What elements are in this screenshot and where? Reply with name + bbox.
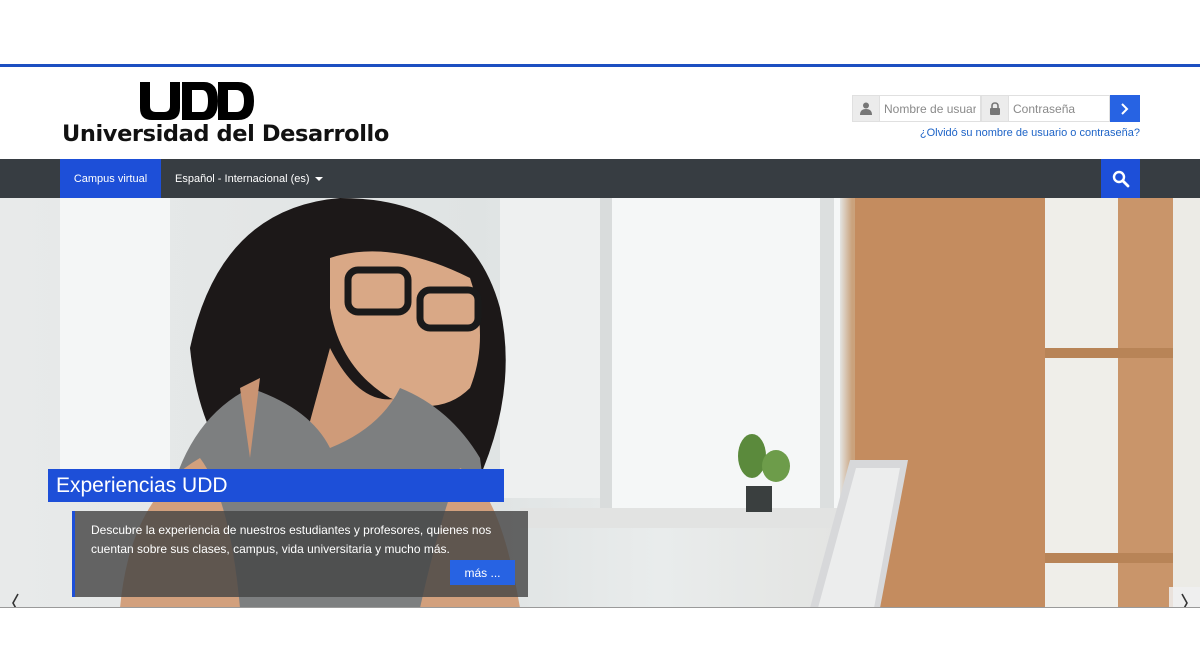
caret-down-icon	[314, 176, 323, 181]
slide-description: Descubre la experiencia de nuestros estu…	[91, 523, 492, 556]
carousel-next-button[interactable]	[1169, 587, 1200, 608]
forgot-credentials-link[interactable]: ¿Olvidó su nombre de usuario o contraseñ…	[920, 127, 1140, 139]
password-input[interactable]	[1009, 95, 1110, 122]
slide-title: Experiencias UDD	[48, 469, 504, 502]
chevron-right-icon	[1121, 102, 1129, 115]
nav-campus-virtual[interactable]: Campus virtual	[60, 159, 161, 198]
lock-icon	[981, 95, 1009, 122]
main-navbar: Campus virtual Español - Internacional (…	[0, 159, 1200, 198]
login-submit-button[interactable]	[1110, 95, 1140, 122]
search-button[interactable]	[1101, 159, 1140, 198]
username-input[interactable]	[880, 95, 981, 122]
more-button[interactable]: más ...	[450, 560, 515, 585]
slide-caption: Descubre la experiencia de nuestros estu…	[72, 511, 528, 597]
chevron-left-icon	[12, 593, 19, 608]
language-label: Español - Internacional (es)	[175, 172, 310, 185]
udd-logo-mark	[140, 82, 254, 120]
search-icon	[1112, 170, 1129, 187]
hero-divider	[0, 607, 1200, 608]
language-menu[interactable]: Español - Internacional (es)	[175, 159, 323, 198]
login-form	[852, 95, 1140, 122]
carousel-prev-button[interactable]	[0, 587, 30, 608]
chevron-right-icon	[1180, 593, 1188, 608]
udd-logo[interactable]: Universidad del Desarrollo	[62, 77, 389, 153]
site-header: Universidad del Desarrollo ¿Olvidó su no…	[0, 67, 1200, 159]
user-icon	[852, 95, 880, 122]
university-name: Universidad del Desarrollo	[62, 121, 389, 147]
